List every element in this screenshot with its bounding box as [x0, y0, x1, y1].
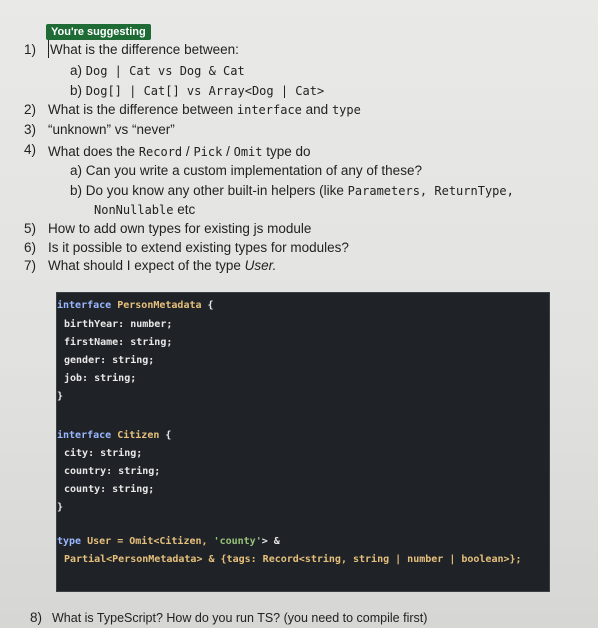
q3-text: “unknown” vs “never”: [48, 122, 175, 137]
q1-number: 1): [24, 42, 37, 57]
code-line-11: }: [57, 502, 64, 513]
code-amp: > &: [261, 536, 280, 547]
code-kw-type: type: [57, 536, 82, 547]
q1-text: What is the difference between:: [50, 42, 239, 57]
q1-a-item: a) Dog | Cat vs Dog & Cat: [70, 62, 245, 80]
q3-number: 3): [24, 122, 37, 137]
q4-b-code: Parameters, ReturnType,: [347, 184, 514, 198]
q2-number: 2): [24, 102, 37, 117]
code-name-personmetadata: PersonMetadata: [117, 300, 202, 311]
code-line-4: gender: string;: [64, 355, 155, 366]
q7-user: User.: [244, 258, 277, 273]
q6-text: Is it possible to extend existing types …: [48, 240, 349, 255]
code-line-13: Partial<PersonMetadata> & {tags: Record<…: [64, 554, 522, 565]
q5-text: How to add own types for existing js mod…: [48, 221, 312, 236]
code-line-3: firstName: string;: [64, 337, 173, 348]
q4-sep1: /: [182, 144, 194, 159]
q4-text: What does the Record / Pick / Omit type …: [48, 143, 311, 161]
suggesting-badge: You're suggesting: [46, 24, 151, 40]
q1-b-label: b): [70, 83, 83, 98]
q7-pre: What should I expect of the type: [48, 258, 245, 273]
q4-number: 4): [24, 142, 37, 157]
code-line-12: type User = Omit<Citizen, 'county'> &: [57, 535, 280, 549]
code-brace-2: {: [159, 430, 172, 441]
q4-b-etc: etc: [173, 202, 196, 217]
q1-b-code: Dog[] | Cat[] vs Array<Dog | Cat>: [85, 84, 325, 98]
q4-code-pick: Pick: [193, 145, 223, 159]
q1-b-item: b) Dog[] | Cat[] vs Array<Dog | Cat>: [70, 82, 324, 100]
q4-sep2: /: [222, 144, 234, 159]
text-cursor: [48, 40, 49, 58]
code-line-9: country: string;: [64, 466, 161, 477]
q8-text: What is TypeScript? How do you run TS? (…: [52, 611, 428, 625]
q4-b-label: b): [70, 183, 83, 198]
code-block: interface PersonMetadata { birthYear: nu…: [56, 292, 550, 592]
q8-number: 8): [30, 610, 43, 625]
q4-b-cont: NonNullable etc: [94, 201, 195, 219]
q4-b-pre: Do you know any other built-in helpers (…: [85, 183, 348, 198]
code-line-10: county: string;: [64, 484, 155, 495]
code-string-county: 'county': [213, 536, 262, 547]
code-line-2: birthYear: number;: [64, 319, 173, 330]
q1-a-label: a): [70, 63, 83, 78]
q7-text: What should I expect of the type User.: [48, 257, 276, 275]
q2-code-type: type: [331, 103, 361, 117]
q5-number: 5): [24, 221, 37, 236]
code-user-omit: User = Omit<Citizen,: [81, 536, 214, 547]
q2-mid: and: [301, 102, 332, 117]
q4-post: type do: [262, 144, 311, 159]
code-line-8: city: string;: [64, 448, 143, 459]
code-line-5: job: string;: [64, 373, 137, 384]
code-line-1: interface PersonMetadata {: [57, 299, 214, 313]
code-brace: {: [201, 300, 214, 311]
q2-pre: What is the difference between: [48, 102, 237, 117]
code-kw-interface-2: interface: [57, 430, 112, 441]
q4-a-text: Can you write a custom implementation of…: [85, 163, 422, 178]
q4-b-item: b) Do you know any other built-in helper…: [70, 182, 514, 200]
q4-b-code-nonnullable: NonNullable: [94, 203, 174, 217]
q6-number: 6): [24, 240, 37, 255]
q7-number: 7): [24, 258, 37, 273]
q2-text: What is the difference between interface…: [48, 101, 361, 119]
q4-pre: What does the: [48, 144, 139, 159]
q2-code-interface: interface: [236, 103, 302, 117]
code-line-6: }: [57, 391, 64, 402]
q1-a-code: Dog | Cat vs Dog & Cat: [85, 64, 245, 78]
q4-a-label: a): [70, 163, 83, 178]
code-line-7: interface Citizen {: [57, 429, 171, 443]
code-name-citizen: Citizen: [117, 430, 160, 441]
q4-a-item: a) Can you write a custom implementation…: [70, 162, 422, 180]
q4-code-record: Record: [138, 145, 183, 159]
q4-code-omit: Omit: [233, 145, 263, 159]
code-kw-interface: interface: [57, 300, 112, 311]
